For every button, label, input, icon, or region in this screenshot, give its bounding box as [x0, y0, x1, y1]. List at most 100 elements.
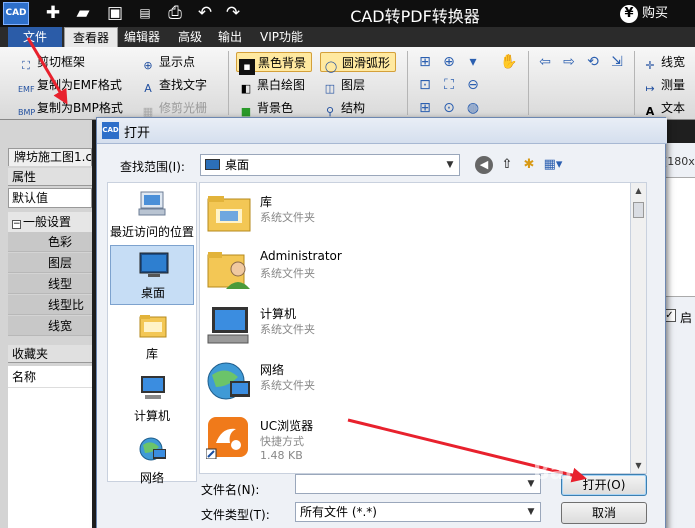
redo-icon[interactable]: ↷	[222, 3, 244, 24]
dialog-app-icon: CAD	[102, 122, 119, 139]
show-points-button[interactable]: ⊕ 显示点	[140, 52, 195, 72]
file-list-scrollbar[interactable]: ▲ ▼	[630, 182, 647, 474]
file-item-administrator[interactable]: Administrator 系统文件夹	[206, 243, 506, 295]
menu-editor[interactable]: 编辑器	[116, 27, 168, 47]
ribbon-separator	[407, 51, 408, 115]
zoom-extents-icon[interactable]: ⛶	[440, 76, 458, 94]
library-folder-icon	[207, 196, 251, 232]
place-network[interactable]: 网络	[110, 431, 194, 491]
place-computer-label: 计算机	[133, 409, 170, 423]
print-icon[interactable]: ⎙	[164, 3, 186, 24]
default-value-select[interactable]: 默认值	[8, 188, 92, 208]
globe-icon[interactable]: ◍	[464, 99, 482, 117]
zoom-window-icon[interactable]: ⊞	[416, 53, 434, 71]
prop-linetype[interactable]: 线型	[8, 274, 92, 294]
place-library[interactable]: 库	[110, 307, 194, 367]
background-color-button[interactable]: ■ 背景色	[238, 98, 293, 118]
arrow-right-icon[interactable]: ⇨	[560, 53, 578, 71]
file-item-network[interactable]: 网络 系统文件夹	[206, 355, 506, 407]
chevron-down-icon: ▼	[446, 160, 454, 170]
place-computer[interactable]: 计算机	[110, 369, 194, 429]
app-logo: CAD	[3, 2, 29, 25]
menu-viewer[interactable]: 查看器	[64, 27, 119, 47]
scroll-down-icon[interactable]: ▼	[631, 458, 646, 473]
copy-bmp-label: 复制为BMP格式	[37, 101, 123, 115]
text-label: 文本	[661, 101, 686, 115]
new-file-icon[interactable]: ✚	[42, 3, 64, 24]
menu-output[interactable]: 输出	[210, 27, 250, 47]
file-item-uc-browser[interactable]: UC浏览器 快捷方式 1.48 KB	[206, 411, 506, 475]
file-item-computer[interactable]: 计算机 系统文件夹	[206, 299, 506, 351]
back-icon[interactable]: ◀	[475, 156, 493, 174]
zoom-dropdown-icon[interactable]: ▾	[464, 53, 482, 71]
trim-raster-button[interactable]: ▦ 修剪光栅	[140, 98, 207, 118]
buy-button[interactable]: ¥ 购买	[620, 3, 690, 24]
new-folder-icon[interactable]: ✱	[519, 155, 539, 175]
general-settings-category[interactable]: − 一般设置	[8, 212, 92, 232]
name-column-header[interactable]: 名称	[8, 366, 92, 388]
category-label: 一般设置	[23, 215, 72, 229]
ribbon-separator	[228, 51, 229, 115]
clip-frame-button[interactable]: ⛶ 剪切框架	[18, 52, 85, 72]
structure-button[interactable]: ⚲ 结构	[322, 98, 365, 118]
undo-icon[interactable]: ↶	[194, 3, 216, 24]
measure-button[interactable]: ↦ 测量	[642, 75, 685, 95]
prop-layer[interactable]: 图层	[8, 253, 92, 273]
smooth-arc-button[interactable]: ◯ 圆滑弧形	[320, 52, 397, 73]
scroll-thumb[interactable]	[633, 202, 644, 218]
dialog-title: 打开	[124, 126, 151, 141]
arrow-left-icon[interactable]: ⇦	[536, 53, 554, 71]
prop-linetype-scale[interactable]: 线型比例	[8, 295, 92, 332]
grid-view-icon[interactable]: ⊞	[416, 99, 434, 117]
find-text-button[interactable]: A 查找文字	[140, 75, 207, 95]
dialog-title-bar[interactable]: CAD 打开	[97, 118, 667, 144]
emf-icon: EMF	[18, 85, 35, 94]
cancel-button[interactable]: 取消	[561, 502, 647, 524]
file-item-library[interactable]: 库 系统文件夹	[206, 187, 506, 239]
layers-button[interactable]: ◫ 图层	[322, 75, 365, 95]
look-in-select[interactable]: 桌面 ▼	[200, 154, 460, 176]
file-name: UC浏览器	[260, 419, 314, 433]
open-button[interactable]: 打开(O)	[561, 474, 647, 496]
open-folder-icon[interactable]: ▰	[72, 3, 94, 24]
fit-icon[interactable]: ⊡	[416, 76, 434, 94]
prop-line-width[interactable]: 线宽	[8, 316, 92, 336]
filetype-select[interactable]: 所有文件 (*.*) ▼	[295, 502, 541, 522]
zoom-out-icon[interactable]: ⊖	[464, 76, 482, 94]
text-button[interactable]: A 文本	[642, 98, 685, 118]
rotate-icon[interactable]: ⟲	[584, 53, 602, 71]
zoom-in-icon[interactable]: ⊕	[440, 53, 458, 71]
file-type: 系统文件夹	[260, 211, 315, 224]
save-icon[interactable]: ▣	[104, 3, 126, 24]
menu-vip[interactable]: VIP功能	[252, 27, 311, 47]
file-name: Administrator	[260, 249, 342, 263]
place-desktop-label: 桌面	[140, 286, 165, 300]
points-icon: ⊕	[143, 59, 153, 72]
yen-icon: ¥	[620, 5, 638, 23]
line-width-button[interactable]: ✛ 线宽	[642, 52, 685, 72]
document-tab[interactable]: 牌坊施工图1.c	[8, 148, 92, 166]
file-list: 库 系统文件夹 Administrator 系统文件夹 计算机 系统文件夹 网络…	[199, 182, 633, 474]
zoom-prev-icon[interactable]: ⊙	[440, 99, 458, 117]
bw-drawing-button[interactable]: ◧ 黑白绘图	[238, 75, 305, 95]
copy-bmp-button[interactable]: BMP 复制为BMP格式	[18, 98, 123, 118]
place-recent[interactable]: 最近访问的位置	[110, 185, 194, 245]
desktop-icon	[139, 252, 169, 277]
mirror-icon[interactable]: ⇲	[608, 53, 626, 71]
black-background-button[interactable]: ▪ 黑色背景	[236, 52, 313, 75]
look-in-value: 桌面	[225, 158, 250, 172]
up-folder-icon[interactable]: ⇧	[497, 155, 517, 175]
save-pdf-icon[interactable]: ▤	[134, 3, 156, 24]
menu-advanced[interactable]: 高级	[170, 27, 210, 47]
filename-input[interactable]: ▼	[295, 474, 541, 494]
pan-hand-icon[interactable]: ✋	[500, 53, 518, 71]
scroll-up-icon[interactable]: ▲	[631, 183, 646, 198]
favorites-list	[8, 388, 92, 528]
menu-file[interactable]: 文件	[8, 27, 62, 47]
layers-icon: ◫	[324, 82, 336, 95]
prop-color[interactable]: 色彩	[8, 232, 92, 252]
copy-emf-button[interactable]: EMF 复制为EMF格式	[18, 75, 122, 95]
place-desktop[interactable]: 桌面	[110, 245, 194, 305]
view-menu-icon[interactable]: ▦▾	[543, 155, 563, 175]
ribbon-separator	[634, 51, 635, 115]
